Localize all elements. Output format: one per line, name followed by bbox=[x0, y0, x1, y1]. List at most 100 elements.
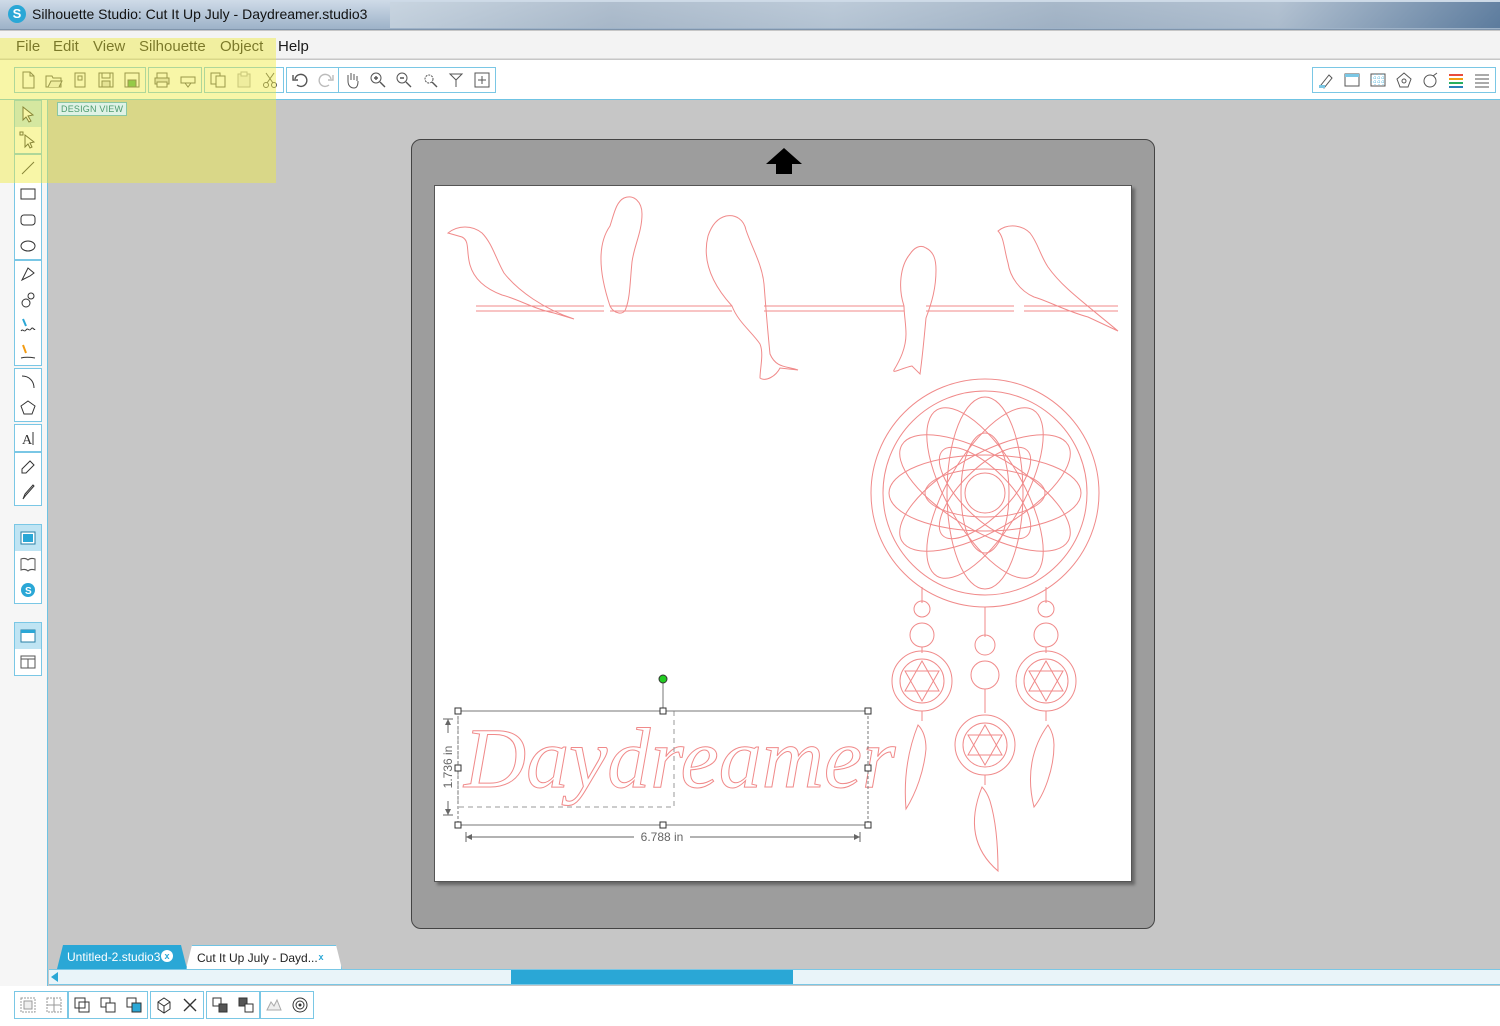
daydreamer-text-object[interactable]: Daydreamer bbox=[457, 710, 897, 808]
text-tools-group: A bbox=[14, 424, 42, 452]
ungroup-icon[interactable] bbox=[41, 992, 67, 1018]
grid-settings-icon[interactable] bbox=[1365, 68, 1391, 92]
cut-settings-icon[interactable] bbox=[1339, 68, 1365, 92]
send-to-cutter-icon[interactable] bbox=[175, 68, 201, 92]
freehand-tool-icon[interactable] bbox=[15, 313, 41, 339]
delete-icon[interactable] bbox=[177, 992, 203, 1018]
fit-to-page-icon[interactable] bbox=[469, 68, 495, 92]
combine-icon[interactable] bbox=[121, 992, 147, 1018]
resize-handle-sw[interactable] bbox=[454, 821, 462, 829]
resize-handle-s[interactable] bbox=[659, 821, 667, 829]
save-library-icon[interactable] bbox=[119, 68, 145, 92]
clipboard-tools-group bbox=[204, 67, 284, 93]
zoom-out-icon[interactable] bbox=[391, 68, 417, 92]
line-tool-icon[interactable] bbox=[15, 155, 41, 181]
panel-tools-group bbox=[1312, 67, 1496, 93]
select-arrow-icon[interactable] bbox=[15, 101, 41, 127]
replicate-icon[interactable] bbox=[261, 992, 287, 1018]
menu-view[interactable]: View bbox=[93, 38, 125, 55]
library-icon[interactable] bbox=[15, 551, 41, 577]
close-tab-icon[interactable]: x bbox=[161, 950, 173, 962]
menu-object[interactable]: Object bbox=[220, 38, 263, 55]
knife-tool-icon[interactable] bbox=[15, 479, 41, 505]
select-tools-group bbox=[14, 100, 42, 154]
rounded-rectangle-tool-icon[interactable] bbox=[15, 207, 41, 233]
open-file-icon[interactable] bbox=[41, 68, 67, 92]
print-tools-group bbox=[148, 67, 202, 93]
zoom-fit-icon[interactable] bbox=[443, 68, 469, 92]
feed-direction-arrow-icon bbox=[766, 148, 802, 174]
copy-icon[interactable] bbox=[205, 68, 231, 92]
paste-icon[interactable] bbox=[231, 68, 257, 92]
regular-polygon-tool-icon[interactable] bbox=[15, 395, 41, 421]
scrollbar-thumb[interactable] bbox=[511, 970, 793, 984]
offset-icon[interactable] bbox=[151, 992, 177, 1018]
polygon-tool-icon[interactable] bbox=[15, 261, 41, 287]
eraser-tool-icon[interactable] bbox=[15, 453, 41, 479]
design-view-icon[interactable] bbox=[15, 525, 41, 551]
menu-bar: File Edit View Silhouette Object Help bbox=[0, 31, 1500, 59]
tab-label: Untitled-2.studio3 bbox=[67, 950, 161, 964]
resize-handle-e[interactable] bbox=[864, 764, 872, 772]
single-panel-icon[interactable] bbox=[15, 623, 41, 649]
menu-silhouette[interactable]: Silhouette bbox=[139, 38, 206, 55]
dreamcatcher-artwork[interactable] bbox=[870, 378, 1100, 873]
height-dimension: 1.736 in bbox=[441, 718, 455, 816]
erase-tools-group bbox=[14, 452, 42, 506]
main-toolbar bbox=[0, 60, 1500, 100]
redo-icon[interactable] bbox=[313, 68, 339, 92]
resize-handle-n[interactable] bbox=[659, 707, 667, 715]
design-artwork: Daydreamer 6.788 in 1.736 in bbox=[441, 196, 1119, 873]
resize-handle-nw[interactable] bbox=[454, 707, 462, 715]
edit-points-icon[interactable] bbox=[15, 127, 41, 153]
rotate-handle[interactable] bbox=[658, 674, 668, 684]
release-compound-icon[interactable] bbox=[95, 992, 121, 1018]
resize-handle-w[interactable] bbox=[454, 764, 462, 772]
cut-scissors-icon[interactable] bbox=[257, 68, 283, 92]
scroll-left-icon[interactable] bbox=[51, 972, 58, 982]
birds-on-wire-artwork[interactable] bbox=[446, 196, 1119, 380]
fill-color-icon[interactable] bbox=[1443, 68, 1469, 92]
rectangle-tool-icon[interactable] bbox=[15, 181, 41, 207]
smooth-freehand-tool-icon[interactable] bbox=[15, 339, 41, 365]
print-icon[interactable] bbox=[149, 68, 175, 92]
undo-icon[interactable] bbox=[287, 68, 313, 92]
trace-icon[interactable] bbox=[1417, 68, 1443, 92]
text-tool-icon[interactable]: A bbox=[15, 425, 41, 451]
registration-marks-icon[interactable] bbox=[1391, 68, 1417, 92]
tab-cut-it-up-july[interactable]: Cut It Up July - Dayd... x bbox=[186, 945, 342, 969]
title-bar: S Silhouette Studio: Cut It Up July - Da… bbox=[0, 0, 1500, 30]
menu-edit[interactable]: Edit bbox=[53, 38, 79, 55]
window-title: Silhouette Studio: Cut It Up July - Dayd… bbox=[32, 6, 368, 22]
arc-tool-icon[interactable] bbox=[15, 369, 41, 395]
line-style-icon[interactable] bbox=[1469, 68, 1495, 92]
daydreamer-text[interactable]: Daydreamer bbox=[463, 710, 897, 807]
tab-untitled-2[interactable]: Untitled-2.studio3 x bbox=[57, 945, 187, 969]
compound-path-icon[interactable] bbox=[69, 992, 95, 1018]
split-panel-icon[interactable] bbox=[15, 649, 41, 675]
horizontal-scrollbar[interactable] bbox=[49, 969, 1500, 985]
shape-tools-group bbox=[14, 154, 42, 260]
resize-handle-se[interactable] bbox=[864, 821, 872, 829]
new-file-icon[interactable] bbox=[15, 68, 41, 92]
trace-bottom-icon[interactable] bbox=[287, 992, 313, 1018]
menu-help[interactable]: Help bbox=[278, 38, 309, 55]
edit-tools-group bbox=[150, 991, 204, 1019]
page-setup-icon[interactable] bbox=[1313, 68, 1339, 92]
resize-handle-ne[interactable] bbox=[864, 707, 872, 715]
send-to-back-icon[interactable] bbox=[233, 992, 259, 1018]
bring-to-front-icon[interactable] bbox=[207, 992, 233, 1018]
group-icon[interactable] bbox=[15, 992, 41, 1018]
zoom-select-icon[interactable] bbox=[417, 68, 443, 92]
ellipse-tool-icon[interactable] bbox=[15, 233, 41, 259]
menu-file[interactable]: File bbox=[16, 38, 40, 55]
close-tab-icon[interactable]: x bbox=[315, 951, 327, 963]
misc-tools-group bbox=[260, 991, 314, 1019]
history-tools-group bbox=[286, 67, 340, 93]
pan-hand-icon[interactable] bbox=[339, 68, 365, 92]
save-icon[interactable] bbox=[93, 68, 119, 92]
curve-tool-icon[interactable] bbox=[15, 287, 41, 313]
template-icon[interactable] bbox=[67, 68, 93, 92]
zoom-in-icon[interactable] bbox=[365, 68, 391, 92]
silhouette-store-icon[interactable]: S bbox=[15, 577, 41, 603]
